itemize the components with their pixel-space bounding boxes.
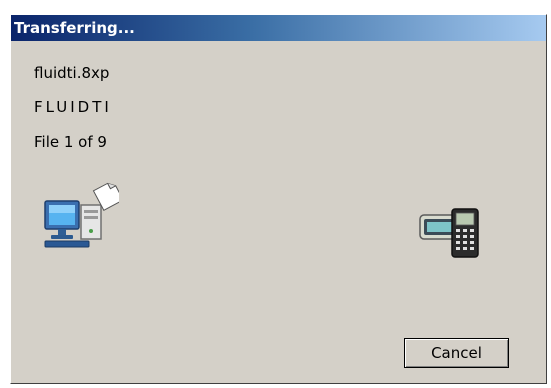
calculator-device-icon: [419, 208, 479, 258]
title-bar: Transferring...: [11, 15, 546, 41]
transfer-filename: fluidti.8xp: [34, 64, 110, 82]
transfer-progress-text: File 1 of 9: [34, 133, 107, 151]
computer-icon: [44, 182, 119, 248]
transfer-variable-name: FLUIDTI: [34, 98, 112, 116]
transfer-dialog: Transferring... fluidti.8xp FLUIDTI File…: [10, 14, 547, 384]
cancel-button[interactable]: Cancel: [404, 338, 509, 368]
